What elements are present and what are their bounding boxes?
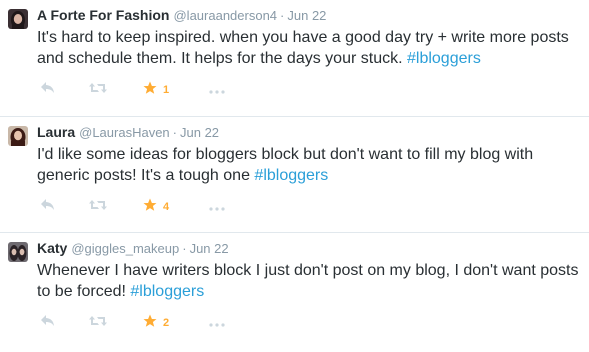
favorite-count: 1 bbox=[163, 84, 170, 96]
reply-button[interactable] bbox=[40, 313, 56, 333]
tweet-text: Whenever I have writers block I just don… bbox=[37, 260, 582, 302]
tweet-header: Laura @LaurasHaven · Jun 22 bbox=[37, 123, 219, 142]
tweet-actions: 4 bbox=[37, 197, 257, 217]
hashtag-link[interactable]: #lbloggers bbox=[254, 167, 328, 184]
author-fullname[interactable]: A Forte For Fashion bbox=[37, 7, 169, 23]
avatar[interactable] bbox=[8, 9, 28, 29]
reply-button[interactable] bbox=[40, 197, 56, 217]
more-dots-icon bbox=[209, 314, 225, 332]
tweet-text-line: to be forced! bbox=[37, 283, 131, 300]
tweet-text-line: and schedule them. It helps for the days… bbox=[37, 50, 407, 67]
tweet[interactable]: Katy @giggles_makeup · Jun 22 Whenever I ha… bbox=[0, 233, 589, 352]
meta-separator: · bbox=[280, 8, 285, 23]
author-username[interactable]: @giggles_makeup bbox=[71, 241, 179, 256]
more-button[interactable] bbox=[209, 197, 225, 217]
tweet-timestamp[interactable]: Jun 22 bbox=[287, 8, 326, 23]
star-icon bbox=[143, 198, 157, 217]
tweet-actions: 1 bbox=[37, 80, 257, 100]
timeline: A Forte For Fashion @lauraanderson4 · Jun 2… bbox=[0, 0, 589, 352]
favorite-button[interactable]: 4 bbox=[143, 197, 169, 217]
tweet-text-line: generic posts! It's a tough one bbox=[37, 167, 255, 184]
meta-separator: · bbox=[182, 241, 187, 256]
tweet-timestamp[interactable]: Jun 22 bbox=[180, 125, 219, 140]
tweet-text: It's hard to keep inspired. when you hav… bbox=[37, 27, 582, 69]
retweet-button[interactable] bbox=[88, 197, 108, 217]
more-dots-icon bbox=[209, 198, 225, 216]
tweet-text-line: Whenever I have writers block I just don… bbox=[37, 262, 579, 279]
favorite-count: 2 bbox=[163, 317, 170, 329]
reply-icon bbox=[40, 314, 56, 333]
author-fullname[interactable]: Katy bbox=[37, 240, 67, 256]
favorite-button[interactable]: 2 bbox=[143, 313, 169, 333]
reply-icon bbox=[40, 81, 56, 100]
retweet-button[interactable] bbox=[88, 80, 108, 100]
favorite-count: 4 bbox=[163, 201, 170, 213]
favorite-button[interactable]: 1 bbox=[143, 80, 169, 100]
reply-button[interactable] bbox=[40, 80, 56, 100]
avatar[interactable] bbox=[8, 242, 28, 262]
tweet-header: Katy @giggles_makeup · Jun 22 bbox=[37, 239, 229, 258]
more-dots-icon bbox=[209, 81, 225, 99]
tweet-text: I'd like some ideas for bloggers block b… bbox=[37, 144, 582, 186]
retweet-icon bbox=[88, 314, 108, 333]
retweet-button[interactable] bbox=[88, 313, 108, 333]
retweet-icon bbox=[88, 81, 108, 100]
more-button[interactable] bbox=[209, 80, 225, 100]
tweet-text-line: It's hard to keep inspired. when you hav… bbox=[37, 29, 569, 46]
meta-separator: · bbox=[172, 125, 177, 140]
author-username[interactable]: @LaurasHaven bbox=[79, 125, 170, 140]
star-icon bbox=[143, 314, 157, 333]
tweet[interactable]: Laura @LaurasHaven · Jun 22 I'd like some i… bbox=[0, 117, 589, 233]
more-button[interactable] bbox=[209, 313, 225, 333]
avatar[interactable] bbox=[8, 126, 28, 146]
hashtag-link[interactable]: #lbloggers bbox=[130, 283, 204, 300]
hashtag-link[interactable]: #lbloggers bbox=[407, 50, 481, 67]
tweet-header: A Forte For Fashion @lauraanderson4 · Jun 2… bbox=[37, 6, 326, 25]
tweet-text-line: I'd like some ideas for bloggers block b… bbox=[37, 146, 534, 163]
tweet-timestamp[interactable]: Jun 22 bbox=[190, 241, 229, 256]
star-icon bbox=[143, 81, 157, 100]
reply-icon bbox=[40, 198, 56, 217]
tweet-actions: 2 bbox=[37, 313, 257, 333]
retweet-icon bbox=[88, 198, 108, 217]
author-fullname[interactable]: Laura bbox=[37, 124, 75, 140]
author-username[interactable]: @lauraanderson4 bbox=[173, 8, 277, 23]
tweet[interactable]: A Forte For Fashion @lauraanderson4 · Jun 2… bbox=[0, 0, 589, 117]
